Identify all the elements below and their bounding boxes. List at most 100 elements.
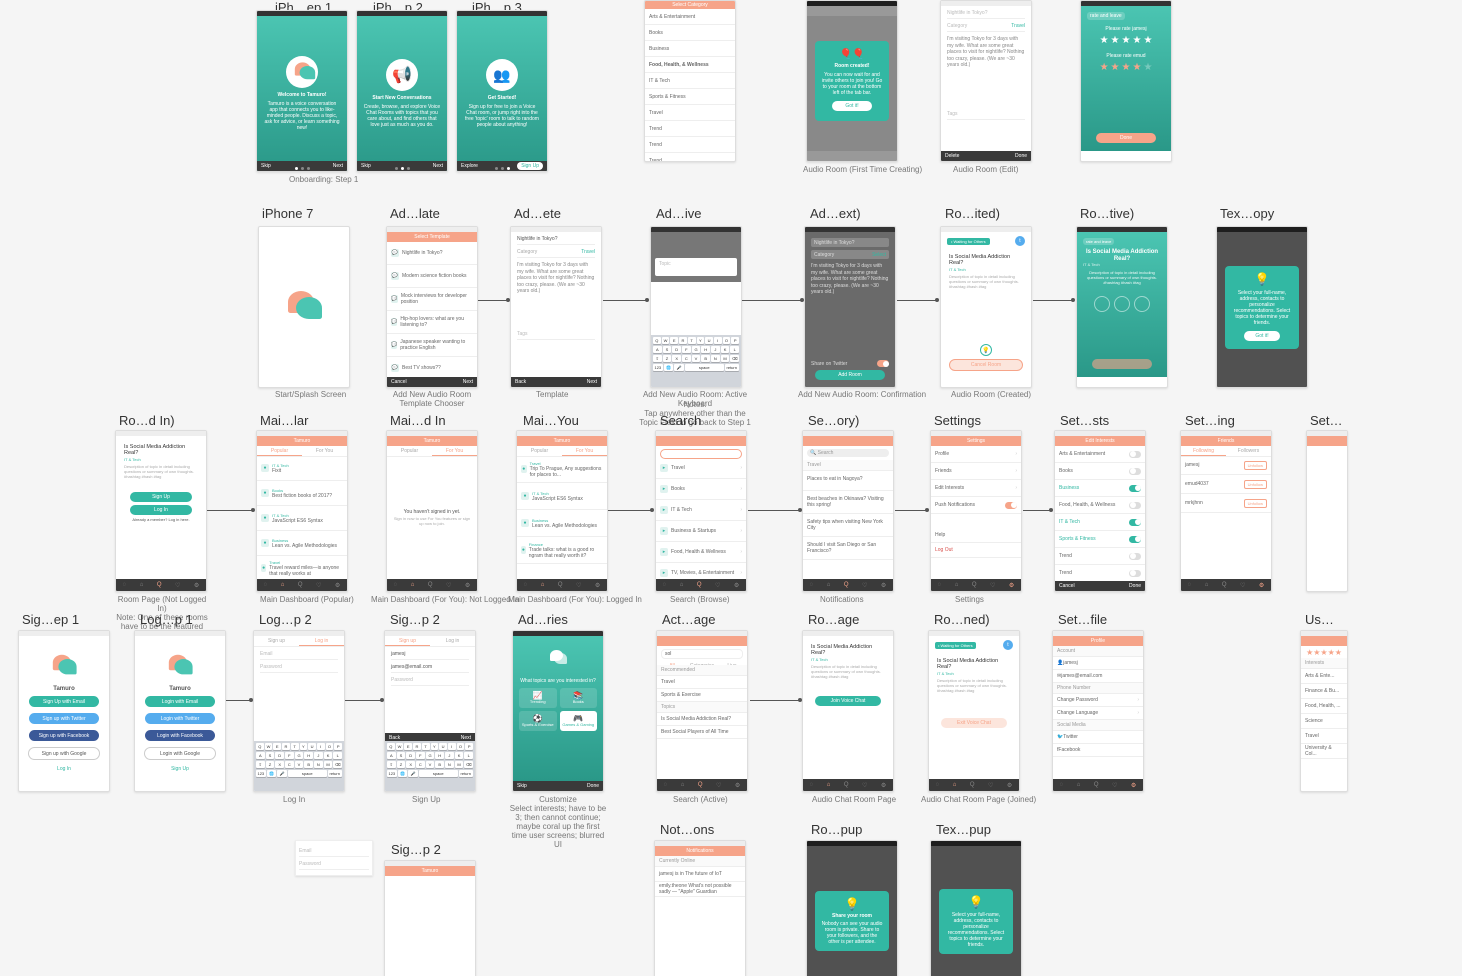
explore-button[interactable]: Explore — [461, 163, 478, 169]
list-item[interactable]: ●TravelTravel reward miles—is anyone tha… — [257, 556, 347, 579]
main-dashboard-foryou[interactable]: Tamuro PopularFor You ●TravelTrip To Pra… — [516, 430, 608, 592]
dashboard-list[interactable]: ●IT & TechFixit ●BooksBest fiction books… — [257, 456, 347, 579]
signup-twitter-button[interactable]: Sign up with Twitter — [29, 713, 99, 724]
list-item[interactable]: Food, Health, & Wellness — [645, 57, 735, 73]
add-room-keyboard[interactable]: Topic QWERTYUIOP ASDFGHJKL ⇧ZXCVBNM⌫ 123… — [650, 226, 742, 388]
exit-voice-chat-button[interactable]: Exit Voice Chat — [941, 718, 1007, 728]
share-toggle[interactable] — [877, 360, 889, 367]
onboarding-step1[interactable]: Welcome to Tamuro! Tamuro is a voice con… — [256, 10, 348, 172]
list-item[interactable]: ●BooksBest fiction books of 2017? — [257, 481, 347, 506]
signup-step2[interactable]: Sign upLog in jamesj james@email.com Pas… — [384, 630, 476, 792]
list-item[interactable]: Log Out — [931, 543, 1021, 558]
list-item[interactable]: Trend — [1055, 565, 1145, 581]
settings-list[interactable]: Settings Profile›Friends›Edit Interests›… — [930, 430, 1022, 592]
list-item[interactable]: ▸Food, Health & Wellness› — [656, 542, 746, 563]
list-item-twitter[interactable]: 🐦 Twitter — [1053, 731, 1143, 744]
password-input[interactable]: Password — [260, 662, 338, 673]
password-input[interactable]: Password — [391, 675, 469, 686]
settings-following[interactable]: Friends FollowingFollowers jamesjUnfollo… — [1180, 430, 1272, 592]
list-item[interactable]: 💬Hip-hop lovers: what are you listening … — [387, 311, 477, 334]
add-room-template[interactable]: Nightlife in Tokyo? CategoryTravel I'm v… — [510, 226, 602, 388]
done-button[interactable]: Done — [1129, 583, 1141, 589]
list-item[interactable]: Safety tips when visiting New York City — [803, 514, 893, 537]
topic-input[interactable]: Topic — [655, 258, 737, 276]
signup-google-button[interactable]: Sign up with Google — [28, 747, 100, 760]
interests-rows[interactable]: Arts & EntertainmentBooksBusinessFood, H… — [1055, 446, 1145, 581]
list-item-change-password[interactable]: Change Password› — [1053, 694, 1143, 707]
login-facebook-button[interactable]: Login with Facebook — [145, 730, 215, 741]
got-it-button[interactable]: Got it! — [1244, 331, 1280, 341]
list-item[interactable]: Business — [645, 41, 735, 57]
list-item-change-language[interactable]: Change Language› — [1053, 707, 1143, 720]
list-item[interactable]: Business — [1055, 480, 1145, 497]
list-item[interactable]: 💬Mock interviews for developer position — [387, 288, 477, 311]
tab-bar[interactable]: ◌⌂Q♡⚙ — [517, 579, 607, 591]
list-item[interactable]: Edit Interests› — [931, 480, 1021, 497]
audio-chat-room-joined[interactable]: • Waiting for Otherst Is Social Media Ad… — [928, 630, 1020, 792]
got-it-button[interactable]: Got it! — [832, 101, 872, 111]
list-item[interactable]: Sports & Fitness — [1055, 531, 1145, 548]
list-item[interactable]: IT & Tech — [1055, 514, 1145, 531]
join-voice-chat-button[interactable]: Join Voice Chat — [815, 696, 881, 706]
category-list[interactable]: Arts & EntertainmentBooksBusinessFood, H… — [645, 9, 735, 161]
customize-interests[interactable]: What topics are you interested in? 📈Tren… — [512, 630, 604, 792]
list-item[interactable]: IT & Tech — [645, 73, 735, 89]
rate-leave-pill[interactable]: rate and leave — [1087, 12, 1125, 20]
next-button[interactable]: Next — [433, 163, 443, 169]
room-first-time-modal[interactable]: 🎈🎈 Room created! You can now wait for an… — [806, 0, 898, 162]
list-item[interactable]: ●TravelTrip To Prague, Any suggestions f… — [517, 456, 607, 483]
rating-stars-2[interactable]: ★★★★★ — [1100, 62, 1153, 73]
category-input[interactable]: CategoryTravel — [517, 247, 595, 258]
list-item[interactable]: Best Social Players of All Time — [657, 726, 747, 739]
design-canvas[interactable]: iPh…ep 1 iPh…p 2 iPh…p 3 Welcome to Tamu… — [0, 0, 1462, 976]
delete-button[interactable]: Delete — [945, 153, 959, 159]
tab-bar[interactable]: ◌⌂Q♡⚙ — [803, 779, 893, 791]
list-item[interactable]: Profile› — [931, 446, 1021, 463]
onboarding-step2[interactable]: 📢 Start New Conversations Create, browse… — [356, 10, 448, 172]
list-item[interactable]: 💬Modern science fiction books — [387, 265, 477, 288]
topic-input[interactable]: Nightlife in Tokyo? — [517, 234, 595, 245]
list-item[interactable]: ●BusinessLean vs. Agile Methodologies — [257, 531, 347, 556]
skip-button[interactable]: Skip — [361, 163, 371, 169]
login-button[interactable]: Log In — [130, 505, 192, 515]
user-profile[interactable]: ★★★★★ Interests Arts & Ente...Finance & … — [1300, 630, 1348, 792]
twitter-share-icon[interactable]: t — [1015, 236, 1025, 246]
interest-tile[interactable]: ⚽Sports & Exercise — [519, 711, 557, 731]
rate-active[interactable]: rate and leave Please rate jamesj ★★★★★ … — [1080, 0, 1172, 162]
search-browse[interactable]: ▸Travel›▸Books›▸IT & Tech›▸Business & St… — [655, 430, 747, 592]
login-google-button[interactable]: Login with Google — [144, 747, 216, 760]
room-page-notlogged[interactable]: Is Social Media Addiction Real? IT & Tec… — [115, 430, 207, 592]
auth-tabs[interactable]: Sign upLog in — [254, 636, 344, 647]
signup-link[interactable]: Sign Up — [171, 766, 189, 772]
room-created[interactable]: • Waiting for Otherst Is Social Media Ad… — [940, 226, 1032, 388]
interest-tile-selected[interactable]: 🎮Games & Gaming — [560, 711, 598, 731]
add-room-button[interactable]: Add Room — [815, 370, 885, 380]
list-item[interactable]: emud4037Unfollow — [1181, 475, 1271, 494]
list-item[interactable]: Trend — [645, 153, 735, 161]
tab-bar[interactable]: ◌⌂Q♡⚙ — [116, 579, 206, 591]
tab-bar[interactable]: ◌⌂Q♡⚙ — [931, 579, 1021, 591]
next-button[interactable]: Next — [587, 379, 597, 385]
already-member-label[interactable]: Already a member? Log in here. — [116, 518, 206, 523]
notifications-list[interactable]: Notifications Currently Online jamesj is… — [654, 840, 746, 976]
list-item[interactable]: Travel — [657, 676, 747, 689]
email-input[interactable]: Email — [260, 649, 338, 660]
main-dashboard-popular[interactable]: Tamuro PopularFor You ●IT & TechFixit ●B… — [256, 430, 348, 592]
list-item[interactable]: Sports & Fitness — [645, 89, 735, 105]
list-item[interactable]: ▸TV, Movies, & Entertainment› — [656, 563, 746, 579]
list-item[interactable]: Trend — [1055, 548, 1145, 565]
list-item[interactable]: ●BusinessLean vs. Agile Methodologies — [517, 510, 607, 537]
tags-input[interactable]: Tags — [517, 329, 595, 340]
keyboard[interactable]: QWERTYUIOP ASDFGHJKL ⇧ZXCVBNM⌫ 123🌐🎤spac… — [651, 335, 741, 387]
rating-stars-1[interactable]: ★★★★★ — [1100, 35, 1153, 46]
tab-bar[interactable]: ◌⌂Q♡⚙ — [657, 779, 747, 791]
login-step1[interactable]: Tamuro Login with Email Login with Twitt… — [134, 630, 226, 792]
list-item[interactable]: ▸Business & Startups› — [656, 521, 746, 542]
share-twitter-row[interactable]: Share on Twitter — [811, 360, 889, 367]
skip-button[interactable]: Skip — [261, 163, 271, 169]
signup-button[interactable]: Sign Up — [517, 162, 543, 170]
settings-interests[interactable]: Edit Interests Arts & EntertainmentBooks… — [1054, 430, 1146, 592]
tab-bar[interactable]: ◌⌂Q♡⚙ — [1181, 579, 1271, 591]
topic-input[interactable]: Nightlife in Tokyo? — [947, 8, 1025, 19]
tab-bar[interactable]: ◌⌂Q♡⚙ — [803, 579, 893, 591]
